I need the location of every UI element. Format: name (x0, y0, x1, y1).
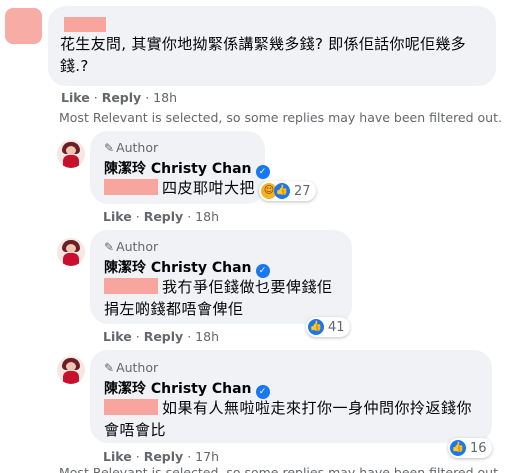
like-reaction-icon: 👍 (274, 183, 290, 199)
reply-button[interactable]: Reply (102, 90, 141, 105)
like-button[interactable]: Like (103, 209, 132, 224)
separator-dot: · (187, 329, 192, 344)
filter-note: Most Relevant is selected, so some repli… (59, 110, 502, 125)
like-button[interactable]: Like (103, 449, 132, 464)
separator-dot: · (93, 90, 98, 105)
author-avatar[interactable] (57, 356, 85, 384)
reply-button[interactable]: Reply (144, 449, 183, 464)
like-reaction-icon: 👍 (450, 440, 466, 456)
reply-actions: Like · Reply · 17h (103, 449, 219, 464)
pencil-icon: ✎ (104, 240, 115, 254)
author-tag: ✎ Author (104, 360, 159, 375)
author-avatar[interactable] (57, 238, 85, 266)
reply-actions: Like · Reply · 18h (103, 209, 219, 224)
author-avatar[interactable] (57, 140, 85, 168)
like-reaction-icon: 👍 (308, 319, 324, 335)
timestamp[interactable]: 17h (195, 449, 219, 464)
separator-dot: · (145, 90, 150, 105)
pencil-icon: ✎ (104, 361, 115, 375)
separator-dot: · (187, 209, 192, 224)
commenter-name-redacted[interactable] (64, 17, 106, 32)
reply-text: 如果有人無啦啦走來打你一身仲問你拎返錢你會唔會比 (104, 399, 473, 439)
mention-redacted[interactable] (104, 399, 158, 415)
pencil-icon: ✎ (104, 141, 115, 155)
reaction-summary[interactable]: ☺ 👍 27 (259, 181, 316, 201)
timestamp[interactable]: 18h (195, 209, 219, 224)
reply-author-name[interactable]: 陳潔玲 Christy Chan ✓ (104, 378, 270, 399)
timestamp[interactable]: 18h (153, 90, 177, 105)
separator-dot: · (187, 449, 192, 464)
reply-author-name[interactable]: 陳潔玲 Christy Chan ✓ (104, 257, 270, 278)
comment-thread: 花生友問, 其實你地拗緊係講緊幾多錢? 即係佢話你呢佢幾多錢.? Like · Re… (0, 0, 511, 473)
reply-button[interactable]: Reply (144, 329, 183, 344)
reaction-summary[interactable]: 👍 16 (448, 438, 492, 458)
like-button[interactable]: Like (61, 90, 90, 105)
top-comment-text: 花生友問, 其實你地拗緊係講緊幾多錢? 即係佢話你呢佢幾多錢.? (60, 35, 466, 75)
verified-badge-icon: ✓ (255, 165, 270, 179)
separator-dot: · (135, 209, 140, 224)
reply-text: 四皮耶咁大把 (104, 177, 255, 199)
like-button[interactable]: Like (103, 329, 132, 344)
reply-author-name[interactable]: 陳潔玲 Christy Chan ✓ (104, 158, 270, 179)
reaction-summary[interactable]: 👍 41 (306, 317, 350, 337)
timestamp[interactable]: 18h (195, 329, 219, 344)
author-tag: ✎ Author (104, 239, 159, 254)
reply-text: 我冇爭佢錢做乜要俾錢佢捐左啲錢都唔會俾佢 (104, 278, 333, 318)
separator-dot: · (135, 329, 140, 344)
reply-actions: Like · Reply · 18h (103, 329, 219, 344)
author-tag: ✎ Author (104, 140, 159, 155)
top-comment-actions: Like · Reply · 18h (61, 90, 177, 105)
mention-redacted[interactable] (104, 278, 158, 294)
commenter-avatar-redacted[interactable] (5, 8, 42, 44)
mention-redacted[interactable] (104, 179, 158, 195)
filter-note: Most Relevant is selected, so some repli… (59, 465, 502, 473)
reply-button[interactable]: Reply (144, 209, 183, 224)
separator-dot: · (135, 449, 140, 464)
